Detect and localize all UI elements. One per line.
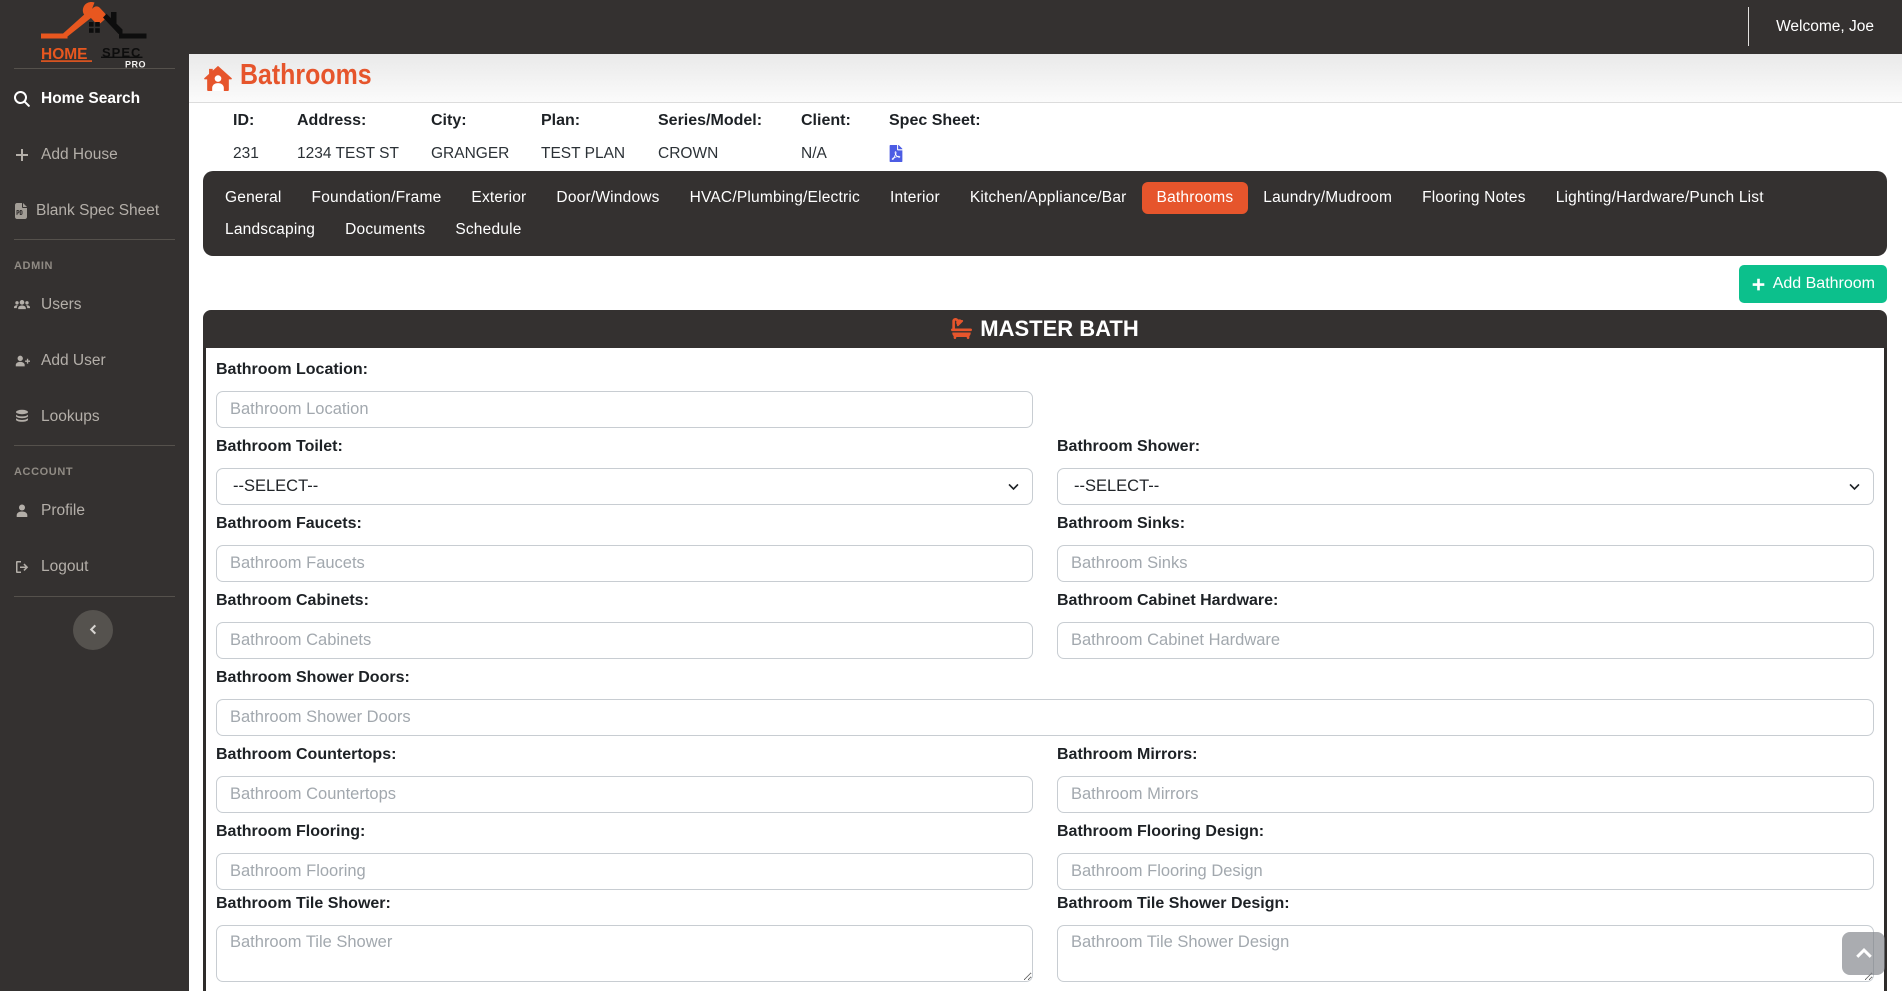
svg-text:PRO: PRO (125, 60, 146, 70)
